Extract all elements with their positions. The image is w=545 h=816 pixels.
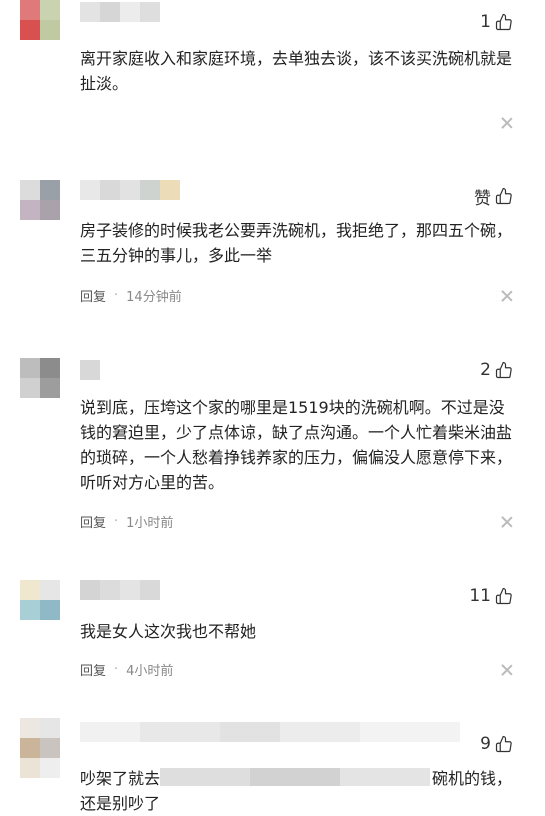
comment-text: 房子装修的时候我老公要弄洗碗机，我拒绝了，那四五个碗，三五分钟的事儿，多此一举 [80,221,513,265]
username-blurred[interactable] [80,180,180,200]
reply-button[interactable]: 回复 [80,660,106,679]
like-button[interactable]: 赞 [474,184,513,209]
avatar[interactable] [20,180,60,220]
thumbs-up-icon [495,187,512,205]
like-button[interactable]: 9 [480,732,513,756]
comment-text-line2: 还是别吵了 [80,794,161,813]
comment-text: 说到底，压垮这个家的哪里是1519块的洗碗机啊。不过是没钱的窘迫里，少了点体谅，… [80,398,513,492]
avatar-lower-blur [20,758,60,778]
meta-separator: · [114,514,119,529]
comment-time: 4小时前 [126,664,174,679]
avatar[interactable] [20,358,60,398]
like-button[interactable]: 2 [480,358,513,382]
username-blurred[interactable] [80,360,100,380]
like-count: 9 [480,734,491,754]
comment-meta: 回复 · 14分钟前 [80,286,182,305]
meta-separator: · [114,288,119,303]
meta-separator: · [114,662,119,677]
comment-text: 我是女人这次我也不帮她 [80,622,257,641]
comment-meta: 回复 · 4小时前 [80,660,173,679]
text-blurred [160,768,430,786]
avatar[interactable] [20,580,60,620]
reply-button[interactable]: 回复 [80,286,106,305]
thumbs-up-icon [495,587,512,605]
avatar[interactable] [20,0,60,40]
thumbs-up-icon [495,735,512,753]
username-blurred[interactable] [80,722,460,742]
like-count: 2 [480,360,491,380]
comment-text: 离开家庭收入和家庭环境，去单独去谈，该不该买洗碗机就是扯淡。 [80,49,513,93]
username-blurred[interactable] [80,580,160,600]
reply-button[interactable]: 回复 [80,512,106,531]
like-count: 赞 [474,188,491,209]
comment-text-start: 吵架了就去 [80,769,161,788]
avatar[interactable] [20,718,60,758]
like-button[interactable]: 1 [480,10,513,34]
like-count: 1 [480,12,491,32]
like-count: 11 [469,586,491,606]
comment-meta: 回复 · 1小时前 [80,512,173,531]
close-icon[interactable] [501,664,513,676]
like-button[interactable]: 11 [469,584,513,608]
comment-time: 1小时前 [126,516,174,531]
comment-text-end: 碗机的钱， [432,769,513,788]
thumbs-up-icon [495,13,512,31]
close-icon[interactable] [501,290,513,302]
close-icon[interactable] [501,516,513,528]
thumbs-up-icon [495,361,512,379]
comment-time: 14分钟前 [126,290,182,305]
username-blurred[interactable] [80,2,160,22]
close-icon[interactable] [501,117,513,129]
